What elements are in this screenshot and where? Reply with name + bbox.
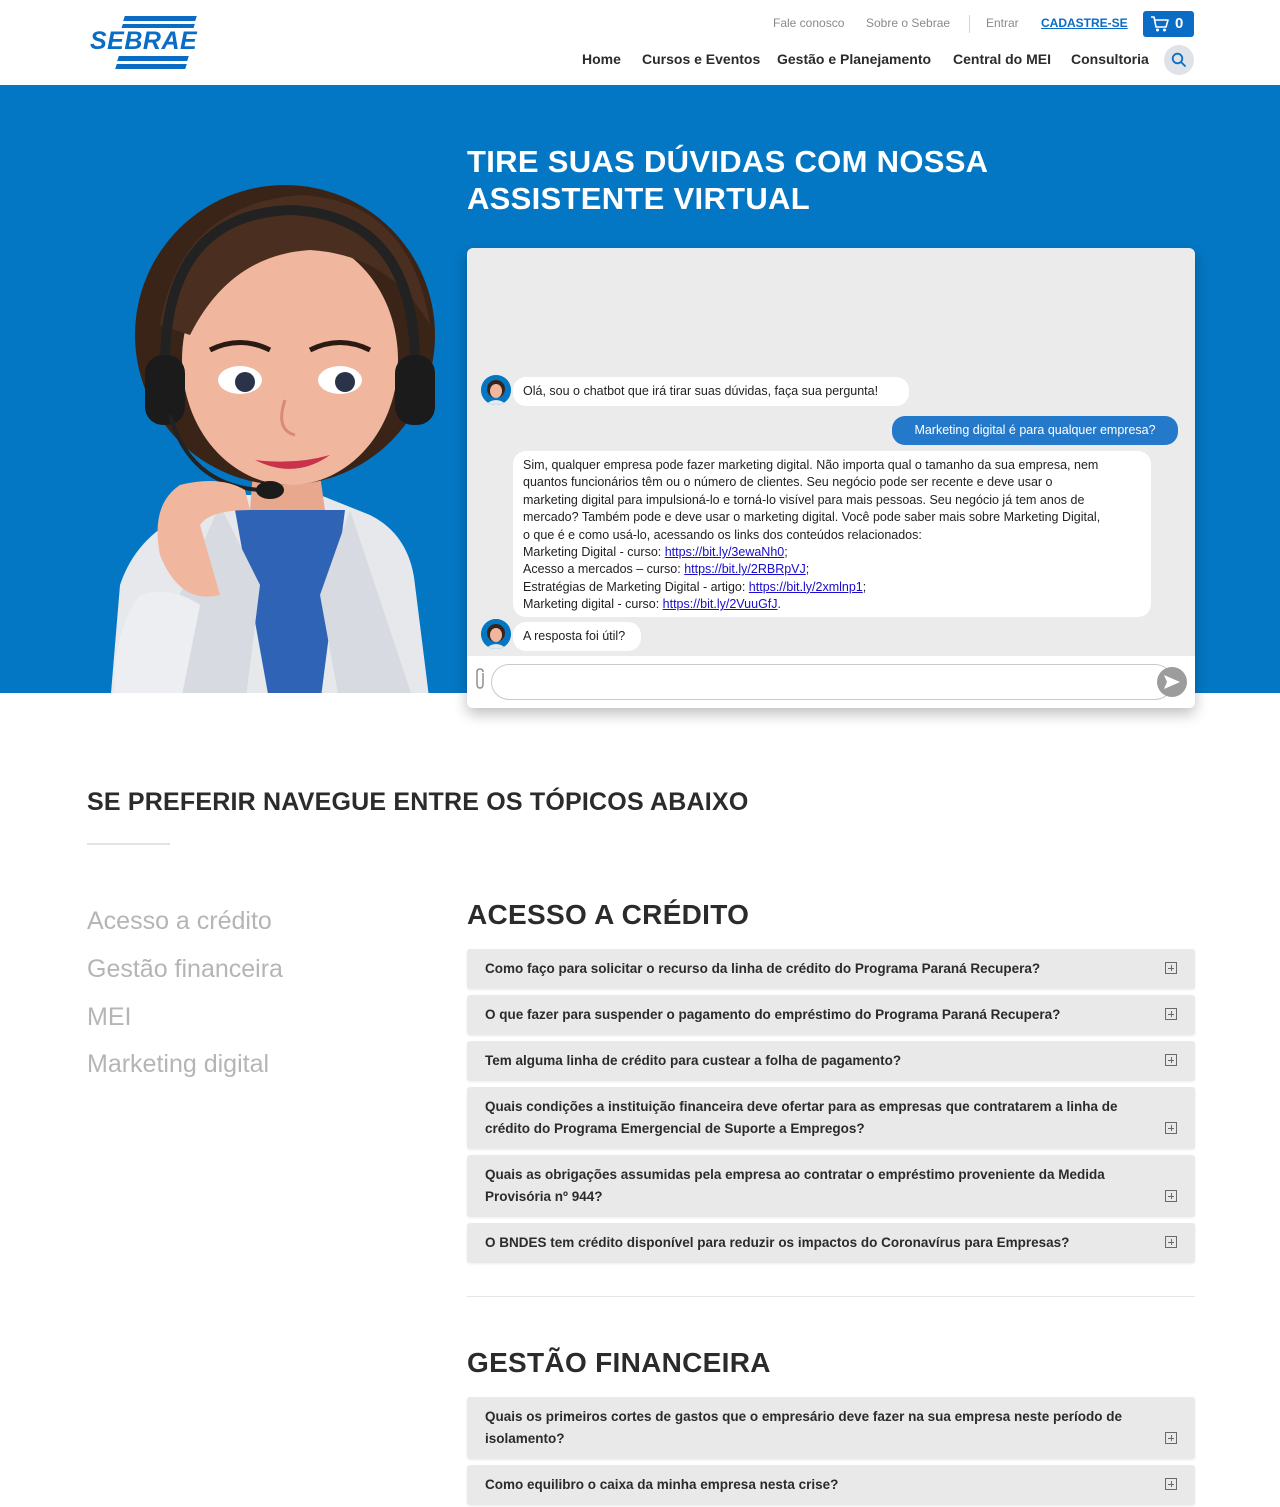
faq-item[interactable]: Como faço para solicitar o recurso da li…	[467, 949, 1195, 989]
link-label: Marketing digital - curso:	[523, 597, 663, 612]
sidebar-item-mei[interactable]: MEI	[87, 1003, 131, 1032]
virtual-assistant-illustration	[111, 185, 435, 693]
faq-question: O BNDES tem crédito disponível para redu…	[485, 1235, 1070, 1250]
cart-button[interactable]: 0	[1143, 11, 1194, 37]
nav-central-mei[interactable]: Central do MEI	[953, 51, 1051, 67]
faq-item[interactable]: Tem alguma linha de crédito para custear…	[467, 1041, 1195, 1081]
signup-link[interactable]: CADASTRE-SE	[1041, 16, 1128, 34]
answer-line: marketing digital para impulsioná-lo e t…	[523, 492, 1085, 507]
link-suffix: ;	[805, 562, 810, 577]
bot-avatar-icon	[481, 619, 511, 649]
faq-item[interactable]: O BNDES tem crédito disponível para redu…	[467, 1223, 1195, 1263]
link-label: Marketing Digital - curso:	[523, 545, 665, 560]
expand-icon	[1165, 1122, 1177, 1134]
marketing-digital-course-link-2[interactable]: https://bit.ly/2VuuGfJ	[663, 597, 778, 611]
nav-cursos-eventos[interactable]: Cursos e Eventos	[642, 51, 760, 67]
expand-icon	[1165, 1190, 1177, 1202]
bot-avatar	[481, 375, 511, 405]
sidebar-item-acesso-credito[interactable]: Acesso a crédito	[87, 907, 272, 936]
hero-title-line2: ASSISTENTE VIRTUAL	[467, 181, 810, 216]
sobre-sebrae-link[interactable]: Sobre o Sebrae	[866, 16, 950, 34]
faq-question: Tem alguma linha de crédito para custear…	[485, 1053, 902, 1068]
send-icon	[1164, 675, 1180, 689]
faq-question: Quais as obrigações assumidas pela empre…	[485, 1167, 1105, 1204]
link-suffix: ;	[862, 579, 867, 594]
answer-link-row: Acesso a mercados – curso: https://bit.l…	[523, 561, 1141, 578]
nav-gestao-planejamento[interactable]: Gestão e Planejamento	[777, 51, 931, 67]
bot-greeting-message: Olá, sou o chatbot que irá tirar suas dú…	[513, 377, 909, 407]
search-button[interactable]	[1164, 45, 1194, 75]
site-header: SEBRAE Fale conosco Sobre o Sebrae Entra…	[0, 0, 1280, 85]
link-suffix: ;	[784, 545, 788, 560]
link-suffix: .	[777, 597, 781, 612]
cart-count: 0	[1175, 15, 1184, 32]
chatbot-window: Olá, sou o chatbot que irá tirar suas dú…	[467, 248, 1195, 708]
sidebar-item-gestao-financeira[interactable]: Gestão financeira	[87, 955, 283, 984]
chat-input-area	[467, 656, 1195, 708]
faq-question: Quais condições a instituição financeira…	[485, 1099, 1118, 1136]
bot-followup-message: A resposta foi útil?	[513, 622, 641, 652]
nav-consultoria[interactable]: Consultoria	[1071, 51, 1149, 67]
search-icon	[1171, 52, 1186, 67]
expand-icon	[1165, 962, 1177, 974]
chat-message-input[interactable]	[491, 664, 1173, 700]
expand-icon	[1165, 1054, 1177, 1066]
header-divider	[969, 15, 970, 33]
expand-icon	[1165, 1432, 1177, 1444]
nav-home[interactable]: Home	[582, 51, 621, 67]
expand-icon	[1165, 1008, 1177, 1020]
link-label: Estratégias de Marketing Digital - artig…	[523, 579, 749, 594]
expand-icon	[1165, 1236, 1177, 1248]
logo-text: SEBRAE	[88, 27, 200, 55]
faq-item[interactable]: Quais as obrigações assumidas pela empre…	[467, 1155, 1195, 1217]
topics-heading-underline	[87, 843, 170, 845]
user-question-message: Marketing digital é para qualquer empres…	[892, 416, 1178, 446]
answer-line: mercado? Também pode e deve usar o marke…	[523, 510, 1101, 525]
sebrae-logo[interactable]: SEBRAE	[88, 14, 200, 70]
section-divider	[467, 1296, 1195, 1297]
section-title-gestao-financeira: GESTÃO FINANCEIRA	[467, 1347, 771, 1378]
answer-link-row: Estratégias de Marketing Digital - artig…	[523, 579, 1141, 596]
send-button[interactable]	[1157, 667, 1187, 697]
sidebar-item-marketing-digital[interactable]: Marketing digital	[87, 1050, 269, 1079]
attachment-icon[interactable]	[473, 667, 487, 691]
bot-avatar	[481, 619, 511, 649]
faq-item[interactable]: Quais condições a instituição financeira…	[467, 1087, 1195, 1149]
faq-question: Quais os primeiros cortes de gastos que …	[485, 1409, 1122, 1446]
login-link[interactable]: Entrar	[986, 16, 1019, 34]
answer-link-row: Marketing Digital - curso: https://bit.l…	[523, 544, 1141, 561]
faq-item[interactable]: Quais os primeiros cortes de gastos que …	[467, 1397, 1195, 1459]
faq-question: O que fazer para suspender o pagamento d…	[485, 1007, 1061, 1022]
faq-question: Como faço para solicitar o recurso da li…	[485, 961, 1041, 976]
bot-avatar-icon	[481, 375, 511, 405]
expand-icon	[1165, 1478, 1177, 1490]
link-label: Acesso a mercados – curso:	[523, 562, 685, 577]
faq-item[interactable]: Como equilibro o caixa da minha empresa …	[467, 1465, 1195, 1505]
cart-icon	[1151, 16, 1169, 32]
answer-line: quantos funcionários têm ou o número de …	[523, 475, 1053, 490]
hero-title: TIRE SUAS DÚVIDAS COM NOSSA ASSISTENTE V…	[467, 143, 1167, 217]
fale-conosco-link[interactable]: Fale conosco	[773, 16, 844, 34]
marketing-digital-course-link[interactable]: https://bit.ly/3ewaNh0	[665, 545, 785, 559]
hero-title-line1: TIRE SUAS DÚVIDAS COM NOSSA	[467, 144, 989, 179]
answer-link-row: Marketing digital - curso: https://bit.l…	[523, 596, 1141, 613]
answer-line: Sim, qualquer empresa pode fazer marketi…	[523, 458, 1099, 472]
bot-answer-message: Sim, qualquer empresa pode fazer marketi…	[513, 451, 1151, 617]
topics-heading: SE PREFERIR NAVEGUE ENTRE OS TÓPICOS ABA…	[87, 788, 749, 816]
acesso-mercados-course-link[interactable]: https://bit.ly/2RBRpVJ	[684, 562, 806, 576]
faq-item[interactable]: O que fazer para suspender o pagamento d…	[467, 995, 1195, 1035]
answer-line: o que é e como usá-lo, acessando os link…	[523, 527, 922, 542]
estrategias-article-link[interactable]: https://bit.ly/2xmlnp1	[749, 580, 863, 594]
section-title-acesso-credito: ACESSO A CRÉDITO	[467, 899, 750, 930]
faq-question: Como equilibro o caixa da minha empresa …	[485, 1477, 839, 1492]
